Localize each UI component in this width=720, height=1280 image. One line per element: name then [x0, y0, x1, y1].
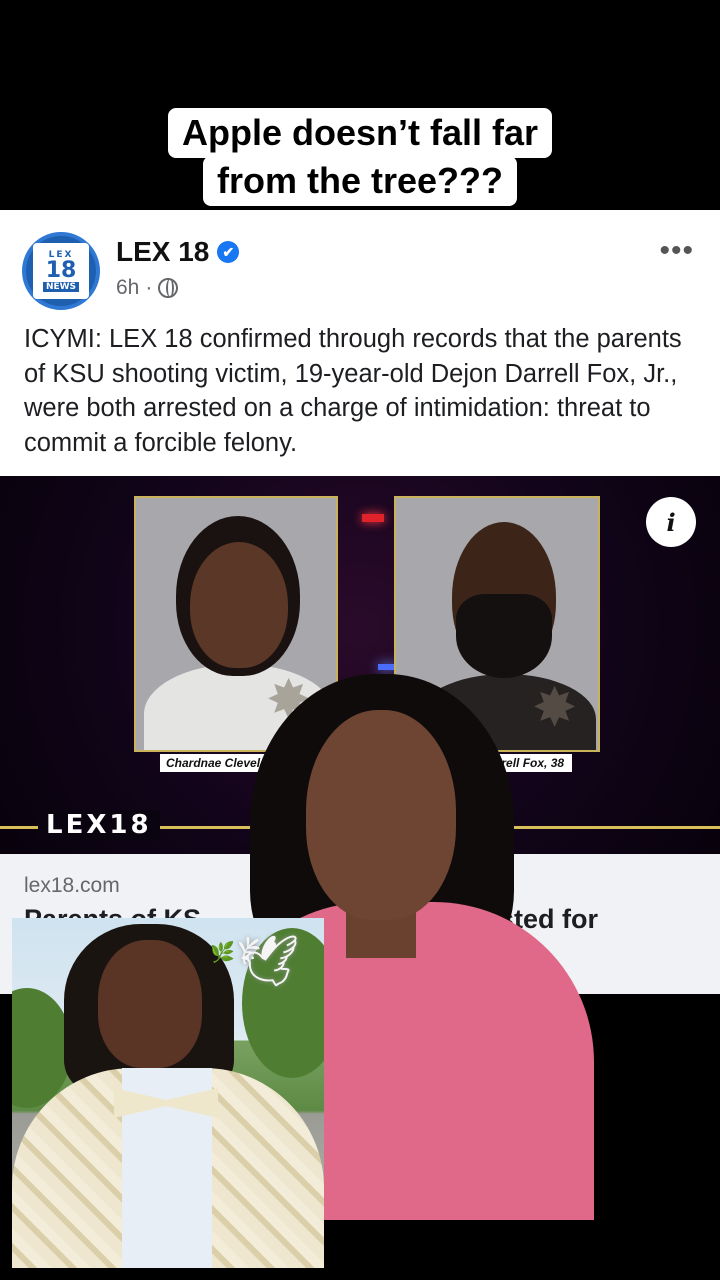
- memorial-photo: 🌿 🕊: [12, 918, 324, 1268]
- caption-overlay: Apple doesn’t fall far from the tree???: [0, 108, 720, 206]
- caption-line-2: from the tree???: [202, 156, 517, 206]
- page-avatar[interactable]: LEX 18 NEWS: [22, 232, 100, 310]
- caption-line-1: Apple doesn’t fall far: [167, 108, 553, 158]
- link-domain: lex18.com: [24, 874, 120, 897]
- more-options-icon[interactable]: •••: [659, 234, 694, 268]
- verified-badge-icon: ✔: [217, 241, 240, 263]
- info-icon[interactable]: i: [646, 497, 696, 547]
- dove-icon: 🕊: [236, 933, 300, 989]
- facebook-post-card: LEX 18 NEWS LEX 18 ✔ 6h · ••• ICYMI: LEX…: [0, 210, 720, 476]
- page-name-text[interactable]: LEX 18: [116, 236, 209, 268]
- post-meta: 6h ·: [116, 276, 179, 300]
- page-name[interactable]: LEX 18 ✔: [116, 236, 240, 268]
- teen-face: [98, 940, 202, 1068]
- globe-icon: [158, 278, 179, 298]
- olive-branch-icon: 🌿: [210, 942, 235, 964]
- creator-face: [306, 710, 456, 920]
- post-time[interactable]: 6h: [116, 276, 139, 300]
- post-body-text: ICYMI: LEX 18 confirmed through records …: [24, 325, 682, 457]
- lex18-watermark-logo: LEX18: [38, 810, 160, 840]
- meta-separator: ·: [145, 276, 153, 299]
- police-light-red: [362, 514, 384, 522]
- lex18-logo: LEX 18 NEWS: [33, 243, 89, 299]
- avatar-logo-number: 18: [45, 258, 77, 283]
- avatar-logo-bottom: NEWS: [42, 282, 80, 292]
